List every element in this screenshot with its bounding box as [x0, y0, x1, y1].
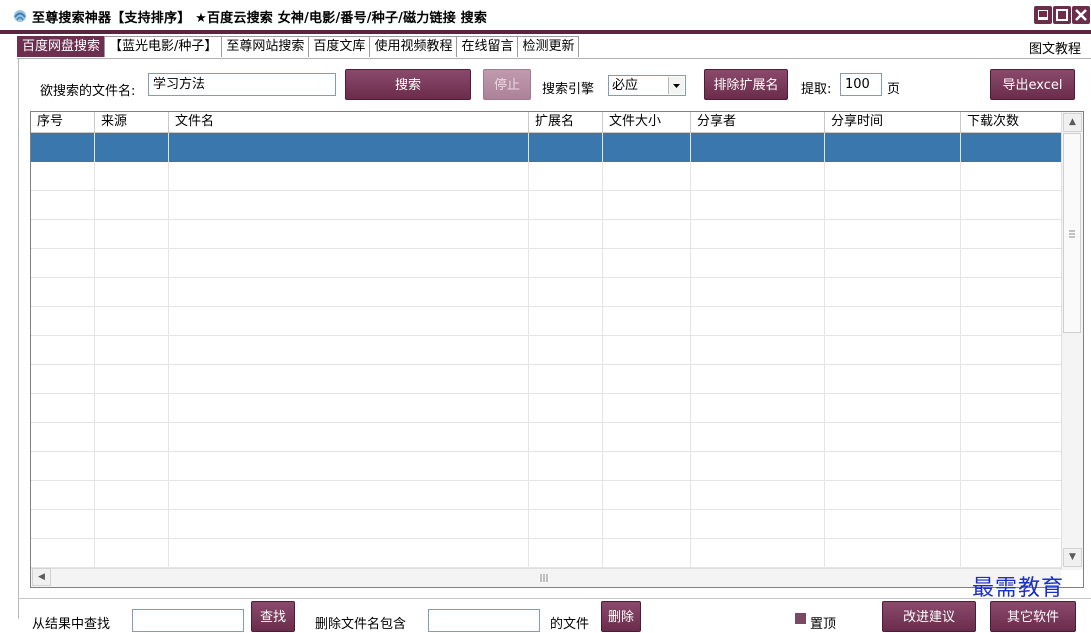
filename-input[interactable]: 学习方法 [148, 73, 336, 96]
delete-suffix-label: 的文件 [550, 617, 590, 632]
other-software-button[interactable]: 其它软件 [990, 601, 1076, 632]
column-header-index[interactable]: 序号 [31, 112, 95, 132]
tutorial-link[interactable]: 图文教程 [1029, 38, 1081, 57]
delete-contains-label: 删除文件名包含 [315, 617, 407, 632]
minimize-button[interactable] [1034, 6, 1052, 24]
chevron-down-icon[interactable] [668, 77, 684, 94]
fetch-pages-input[interactable]: 100 [840, 73, 882, 96]
title-divider [0, 30, 1091, 34]
table-row[interactable] [31, 191, 1061, 220]
column-divider [168, 133, 169, 570]
grid-header: 序号 来源 文件名 扩展名 文件大小 分享者 分享时间 下载次数 [31, 112, 1061, 133]
find-in-results-label: 从结果中查找 [32, 617, 111, 632]
column-header-share-time[interactable]: 分享时间 [825, 112, 961, 132]
watermark: 最需教育 [972, 576, 1065, 601]
scroll-grip-icon [540, 574, 548, 582]
minimize-icon [1038, 10, 1048, 20]
app-logo-icon [14, 10, 26, 22]
column-header-filename[interactable]: 文件名 [169, 112, 529, 132]
column-divider [94, 133, 95, 570]
pin-checkbox[interactable] [795, 613, 806, 624]
table-row[interactable] [31, 162, 1061, 191]
column-divider [690, 133, 691, 570]
close-icon [1075, 9, 1087, 21]
tab-baidu-pan-search[interactable]: 百度网盘搜索 [17, 36, 106, 57]
exclude-extension-button[interactable]: 排除扩展名 [704, 69, 788, 100]
tab-site-search[interactable]: 至尊网站搜索 [221, 36, 310, 57]
column-header-source[interactable]: 来源 [95, 112, 169, 132]
engine-label: 搜索引擎 [542, 82, 595, 97]
scroll-left-icon[interactable]: ◀ [32, 568, 51, 586]
tab-baidu-wenku[interactable]: 百度文库 [308, 36, 371, 57]
stop-button[interactable]: 停止 [483, 69, 531, 100]
close-button[interactable] [1072, 6, 1090, 24]
column-divider [960, 133, 961, 570]
table-row[interactable] [31, 510, 1061, 539]
grid-rows [31, 133, 1061, 570]
tab-video-tutorial[interactable]: 使用视频教程 [369, 36, 458, 57]
table-row[interactable] [31, 278, 1061, 307]
page-unit-label: 页 [887, 82, 901, 97]
maximize-button[interactable] [1053, 6, 1071, 24]
search-button[interactable]: 搜索 [345, 69, 471, 100]
delete-button[interactable]: 删除 [601, 601, 641, 632]
table-row[interactable] [31, 423, 1061, 452]
table-row[interactable] [31, 220, 1061, 249]
bottom-toolbar: 从结果中查找 查找 删除文件名包含 的文件 删除 置顶 改进建议 其它软件 [18, 598, 1091, 632]
scroll-up-icon[interactable]: ▲ [1063, 113, 1082, 132]
table-row[interactable] [31, 539, 1061, 568]
table-row[interactable] [31, 452, 1061, 481]
tab-bluray-movies[interactable]: 【蓝光电影/种子】 [104, 36, 223, 57]
column-divider [824, 133, 825, 570]
horizontal-scrollbar[interactable]: ◀ [31, 568, 1061, 587]
table-row[interactable] [31, 481, 1061, 510]
engine-value: 必应 [612, 78, 639, 93]
scroll-thumb[interactable] [1063, 133, 1081, 333]
scroll-down-icon[interactable]: ▼ [1063, 548, 1082, 567]
column-header-downloads[interactable]: 下载次数 [961, 112, 1061, 132]
tab-online-message[interactable]: 在线留言 [456, 36, 519, 57]
tab-check-update[interactable]: 检测更新 [517, 36, 580, 57]
column-header-extension[interactable]: 扩展名 [529, 112, 603, 132]
vertical-scrollbar[interactable]: ▲ ▼ [1061, 112, 1083, 570]
fetch-label: 提取: [801, 82, 832, 97]
delete-keyword-input[interactable] [428, 609, 540, 632]
table-row[interactable] [31, 336, 1061, 365]
export-excel-button[interactable]: 导出excel [990, 69, 1075, 100]
results-grid[interactable]: 序号 来源 文件名 扩展名 文件大小 分享者 分享时间 下载次数 ▲ ▼ ◀ [30, 111, 1084, 588]
find-in-results-input[interactable] [132, 609, 244, 632]
column-divider [528, 133, 529, 570]
pin-label: 置顶 [810, 617, 837, 632]
window-title: 至尊搜索神器【支持排序】 ★百度云搜索 女神/电影/番号/种子/磁力链接 搜索 [32, 11, 488, 26]
title-bar: 至尊搜索神器【支持排序】 ★百度云搜索 女神/电影/番号/种子/磁力链接 搜索 [0, 0, 1091, 31]
table-row[interactable] [31, 307, 1061, 336]
table-row[interactable] [31, 394, 1061, 423]
table-row[interactable] [31, 365, 1061, 394]
maximize-icon [1056, 9, 1068, 21]
column-divider [602, 133, 603, 570]
filename-label: 欲搜索的文件名: [40, 84, 136, 99]
column-header-filesize[interactable]: 文件大小 [603, 112, 691, 132]
tab-bar: 百度网盘搜索 【蓝光电影/种子】 至尊网站搜索 百度文库 使用视频教程 在线留言… [17, 36, 580, 58]
find-button[interactable]: 查找 [251, 601, 295, 632]
feedback-button[interactable]: 改进建议 [882, 601, 976, 632]
column-header-sharer[interactable]: 分享者 [691, 112, 825, 132]
engine-select[interactable]: 必应 [608, 75, 686, 96]
table-row[interactable] [31, 133, 1061, 162]
table-row[interactable] [31, 249, 1061, 278]
